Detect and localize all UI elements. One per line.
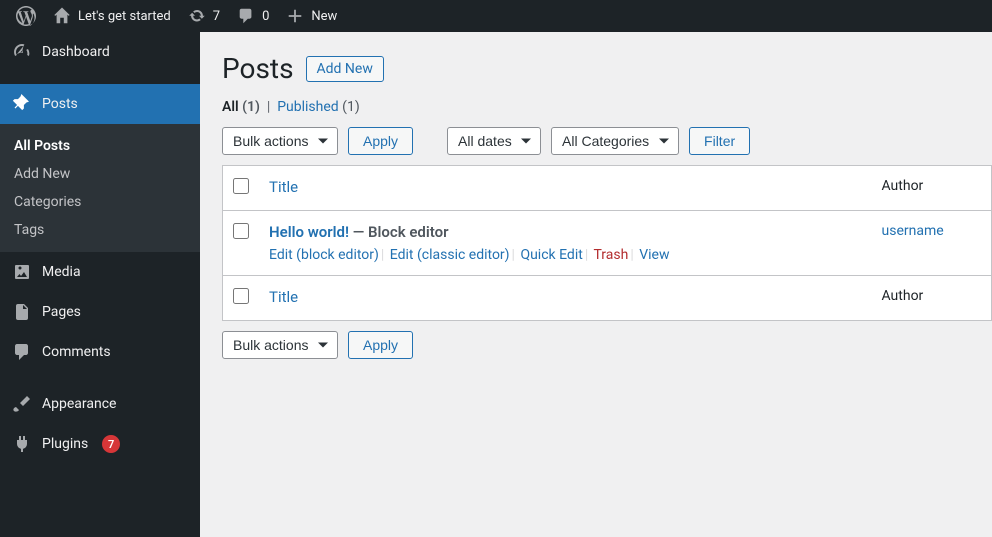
menu-posts[interactable]: Posts (0, 84, 200, 124)
select-all-checkbox-bottom[interactable] (233, 288, 249, 304)
menu-posts-label: Posts (42, 96, 78, 112)
menu-plugins[interactable]: Plugins 7 (0, 424, 200, 464)
site-name-link[interactable]: Let's get started (44, 6, 179, 26)
comments-link[interactable]: 0 (228, 6, 277, 26)
tablenav-top: Bulk actions Apply All dates All Categor… (222, 127, 992, 155)
plus-icon (285, 6, 305, 26)
media-icon (12, 262, 32, 282)
menu-comments-label: Comments (42, 344, 111, 360)
menu-plugins-label: Plugins (42, 436, 88, 452)
bulk-actions-select-top[interactable]: Bulk actions (222, 127, 338, 155)
menu-appearance[interactable]: Appearance (0, 384, 200, 424)
site-name-label: Let's get started (78, 9, 171, 24)
wordpress-logo-icon (16, 6, 36, 26)
update-icon (187, 6, 207, 26)
add-new-button[interactable]: Add New (306, 56, 384, 82)
column-title-header[interactable]: Title (269, 178, 298, 196)
filter-published[interactable]: Published (1) (277, 99, 360, 115)
table-row: Hello world! — Block editor Edit (block … (223, 211, 992, 276)
menu-dashboard-label: Dashboard (42, 44, 110, 60)
menu-media-label: Media (42, 264, 81, 280)
author-link[interactable]: username (882, 223, 944, 239)
apply-button-top[interactable]: Apply (348, 127, 413, 155)
home-icon (52, 6, 72, 26)
action-edit-classic[interactable]: Edit (classic editor) (390, 247, 510, 263)
new-label: New (311, 9, 337, 24)
select-all-header (223, 166, 260, 211)
bulk-actions-select-bottom[interactable]: Bulk actions (222, 331, 338, 359)
submenu-categories[interactable]: Categories (0, 188, 200, 216)
brush-icon (12, 394, 32, 414)
separator (0, 72, 200, 84)
comment-icon (236, 6, 256, 26)
dashboard-icon (12, 42, 32, 62)
updates-link[interactable]: 7 (179, 6, 228, 26)
pin-icon (12, 94, 32, 114)
column-author-header: Author (882, 178, 924, 194)
posts-table: Title Author Hello world! — Block editor… (222, 165, 992, 321)
admin-sidebar: Dashboard Posts All Posts Add New Catego… (0, 32, 200, 537)
menu-comments[interactable]: Comments (0, 332, 200, 372)
dates-filter-select[interactable]: All dates (447, 127, 541, 155)
action-edit-block[interactable]: Edit (block editor) (269, 247, 379, 263)
action-trash[interactable]: Trash (593, 247, 628, 263)
admin-toolbar: Let's get started 7 0 New (0, 0, 992, 32)
menu-pages[interactable]: Pages (0, 292, 200, 332)
new-content-link[interactable]: New (277, 6, 345, 26)
status-filters: All (1) | Published (1) (222, 99, 992, 115)
post-state: — Block editor (349, 223, 448, 241)
filter-button[interactable]: Filter (689, 127, 750, 155)
menu-pages-label: Pages (42, 304, 81, 320)
apply-button-bottom[interactable]: Apply (348, 331, 413, 359)
page-title: Posts (222, 52, 294, 85)
menu-media[interactable]: Media (0, 252, 200, 292)
submenu-tags[interactable]: Tags (0, 216, 200, 244)
updates-count: 7 (213, 9, 220, 24)
plug-icon (12, 434, 32, 454)
column-author-footer: Author (882, 288, 924, 304)
plugins-update-badge: 7 (102, 435, 120, 453)
action-view[interactable]: View (639, 247, 669, 263)
submenu-posts: All Posts Add New Categories Tags (0, 124, 200, 252)
main-content: Posts Add New All (1) | Published (1) Bu… (200, 32, 992, 537)
row-checkbox[interactable] (233, 223, 249, 239)
categories-filter-select[interactable]: All Categories (551, 127, 679, 155)
menu-dashboard[interactable]: Dashboard (0, 32, 200, 72)
submenu-add-new[interactable]: Add New (0, 160, 200, 188)
wp-logo[interactable] (8, 6, 44, 26)
select-all-checkbox-top[interactable] (233, 178, 249, 194)
comments-icon (12, 342, 32, 362)
submenu-all-posts[interactable]: All Posts (0, 132, 200, 160)
comments-count: 0 (262, 9, 269, 24)
row-actions: Edit (block editor)| Edit (classic edito… (269, 247, 862, 263)
column-title-footer[interactable]: Title (269, 288, 298, 306)
action-quick-edit[interactable]: Quick Edit (520, 247, 582, 263)
post-title-link[interactable]: Hello world! (269, 223, 349, 241)
menu-appearance-label: Appearance (42, 396, 116, 412)
separator (0, 372, 200, 384)
pages-icon (12, 302, 32, 322)
filter-all[interactable]: All (1) (222, 99, 260, 115)
tablenav-bottom: Bulk actions Apply (222, 331, 992, 359)
